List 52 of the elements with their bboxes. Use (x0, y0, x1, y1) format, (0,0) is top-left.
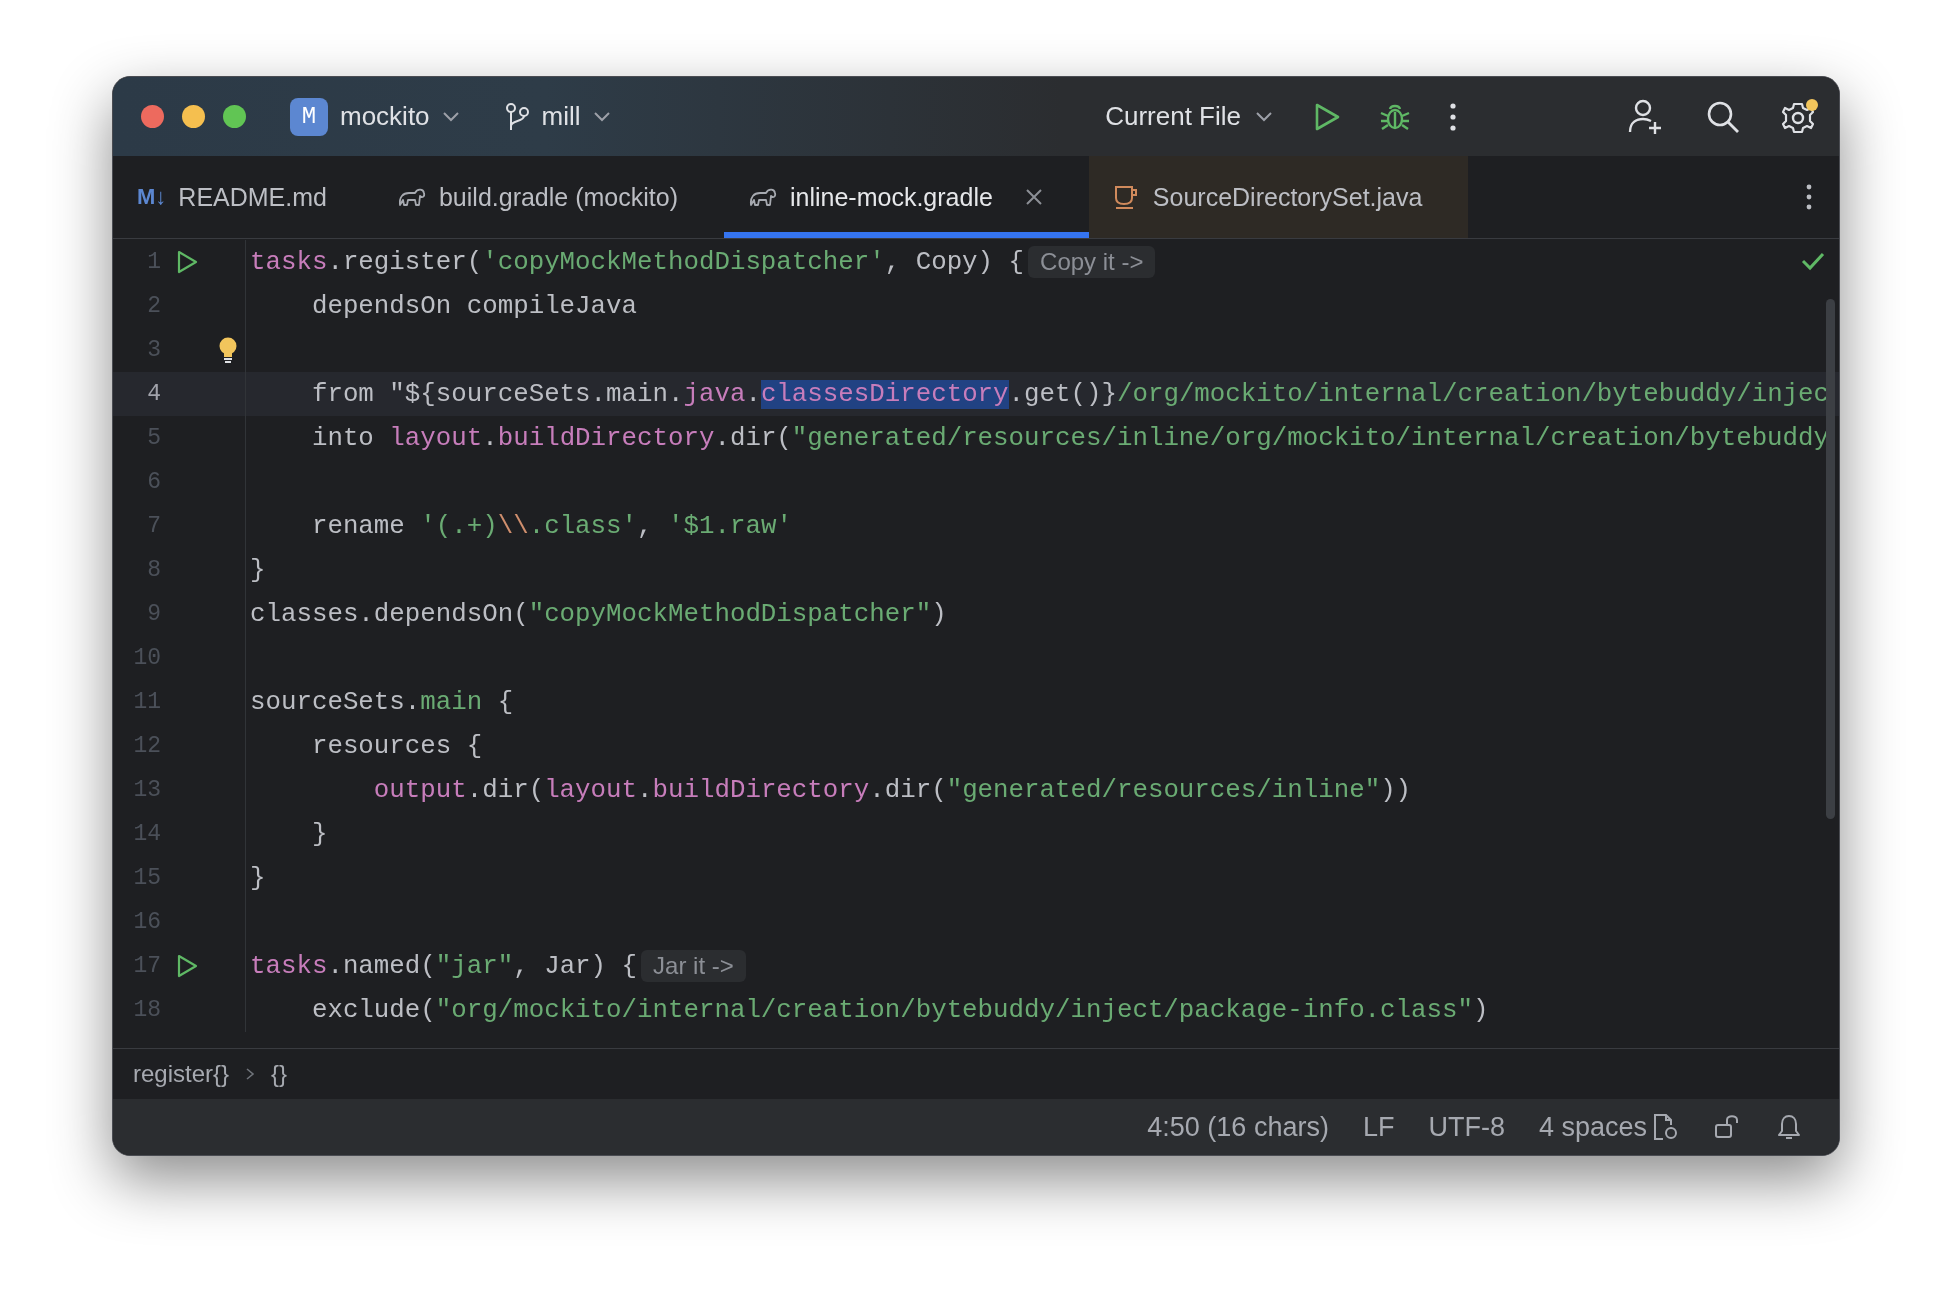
file-tab[interactable]: M↓ README.md (113, 156, 373, 238)
code-line: } (250, 863, 266, 893)
chevron-right-icon (245, 1067, 256, 1081)
code-line: sourceSets.main { (250, 687, 514, 717)
chevron-down-icon (441, 110, 460, 123)
scrollbar-thumb[interactable] (1826, 299, 1835, 819)
code-line: from "${sourceSets.main.java.classesDirectory.get()}/org/mockito/internal/creation/bytebuddy/injec (310, 379, 1830, 409)
chevron-down-icon (1255, 110, 1273, 123)
branch-icon (503, 101, 530, 132)
inlay-hint[interactable]: Jar it -> (641, 950, 746, 982)
inlay-hint[interactable]: Copy it -> (1028, 246, 1156, 278)
code-line: exclude("org/mockito/internal/creation/bytebuddy/inject/package-info.class") (310, 995, 1489, 1025)
code-line: } (310, 819, 328, 849)
code-line: resources { (310, 731, 483, 761)
file-tab[interactable]: build.gradle (mockito) (372, 156, 724, 238)
code-line: tasks.register('copyMockMethodDispatcher', Copy) { (250, 247, 1025, 277)
file-tab[interactable]: SourceDirectorySet.java (1088, 156, 1469, 238)
maximize-window-button[interactable] (223, 105, 246, 128)
code-line: rename '(.+)\\.class', '$1.raw' (310, 511, 792, 541)
run-configuration[interactable]: Current File (1105, 101, 1241, 132)
branch-name[interactable]: mill (541, 101, 581, 132)
markdown-icon: M↓ (137, 184, 167, 210)
file-encoding[interactable]: UTF-8 (1428, 1111, 1505, 1143)
line-number: 4 (146, 381, 161, 407)
code-line: dependsOn compileJava (310, 291, 638, 321)
run-icon[interactable] (176, 954, 198, 978)
close-icon[interactable] (1024, 188, 1043, 206)
breadcrumb[interactable]: register{} (133, 1060, 230, 1088)
settings-icon[interactable] (1781, 97, 1819, 136)
lightbulb-icon[interactable] (218, 336, 238, 364)
code-line: classes.dependsOn("copyMockMethodDispatcher") (250, 599, 947, 629)
code-line: into layout.buildDirectory.dir("generated/resources/inline/org/mockito/internal/creation/bytebuddy (310, 423, 1830, 453)
minimize-window-button[interactable] (182, 105, 205, 128)
run-icon[interactable] (1313, 101, 1341, 132)
caret-position[interactable]: 4:50 (16 chars) (1147, 1111, 1329, 1143)
breadcrumb[interactable]: {} (271, 1060, 288, 1088)
line-separator[interactable]: LF (1362, 1111, 1395, 1143)
file-settings-icon[interactable] (1651, 1112, 1679, 1142)
checkmark-icon (1801, 251, 1825, 271)
more-options-icon[interactable] (1805, 183, 1813, 211)
close-window-button[interactable] (141, 105, 164, 128)
unlocked-padlock-icon[interactable] (1713, 1113, 1741, 1141)
chevron-down-icon (592, 110, 611, 123)
run-icon[interactable] (176, 250, 198, 274)
code-line: output.dir(layout.buildDirectory.dir("generated/resources/inline")) (372, 775, 1412, 805)
code-line: tasks.named("jar", Jar) { (250, 951, 638, 981)
project-badge: M (290, 97, 328, 136)
code-line: } (250, 555, 266, 585)
project-name[interactable]: mockito (340, 101, 430, 132)
indent-setting[interactable]: 4 spaces (1538, 1111, 1647, 1143)
bell-icon[interactable] (1775, 1112, 1803, 1142)
more-options-icon[interactable] (1449, 101, 1457, 132)
